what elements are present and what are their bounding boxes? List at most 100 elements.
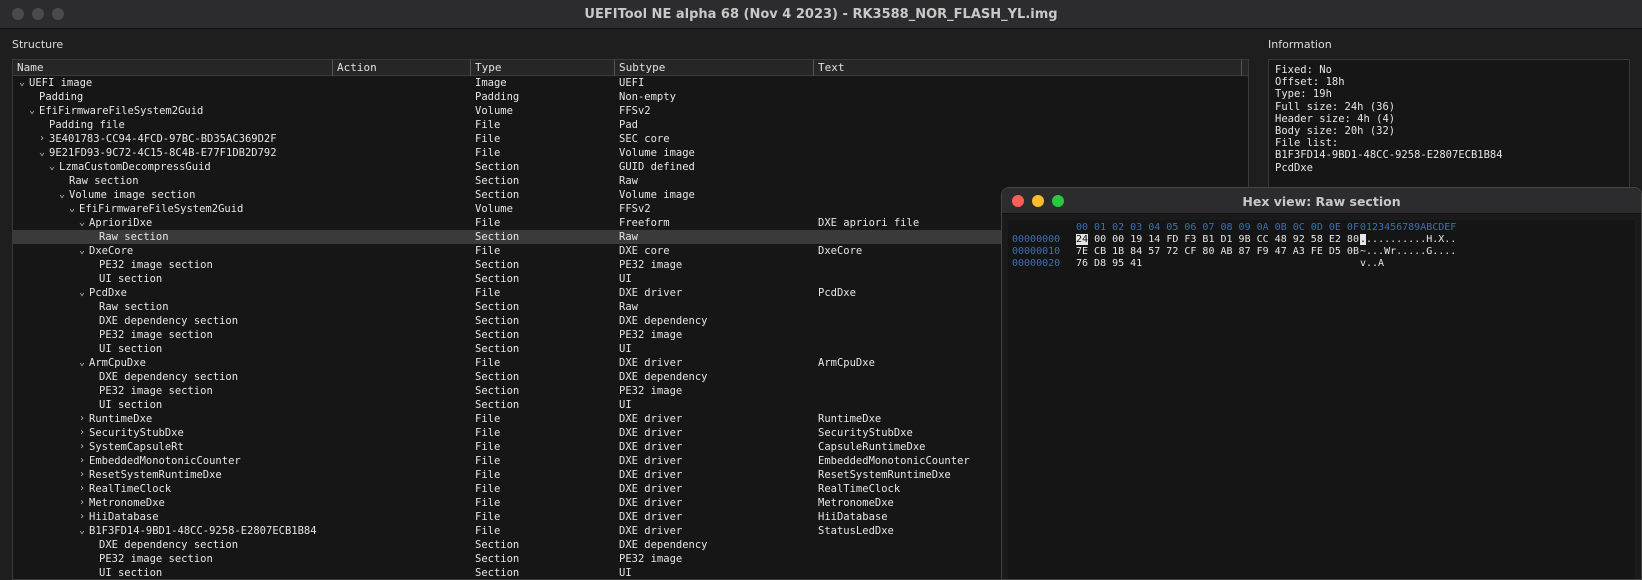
chevron-right-icon[interactable]: › <box>77 412 87 426</box>
row-name: HiiDatabase <box>89 511 159 523</box>
tree-header: Name Action Type Subtype Text <box>13 60 1248 76</box>
row-subtype: UI <box>619 273 632 285</box>
chevron-right-icon[interactable]: › <box>77 482 87 496</box>
row-text: MetronomeDxe <box>818 497 894 509</box>
chevron-right-icon[interactable]: › <box>77 496 87 510</box>
row-type: Padding <box>475 91 520 103</box>
chevron-down-icon[interactable]: ⌄ <box>57 188 67 202</box>
chevron-down-icon[interactable]: ⌄ <box>77 286 87 300</box>
row-type: File <box>475 245 501 257</box>
chevron-down-icon[interactable]: ⌄ <box>27 104 37 118</box>
info-line: Header size: 4h (4) <box>1275 112 1396 125</box>
tree-row[interactable]: ⌄ UEFI image Image UEFI <box>13 76 1248 90</box>
chevron-down-icon[interactable]: ⌄ <box>77 524 87 538</box>
tree-row[interactable]: ⌄ LzmaCustomDecompressGuid Section GUID def… <box>13 160 1248 174</box>
row-subtype: Volume image <box>619 189 695 201</box>
chevron-down-icon[interactable]: ⌄ <box>17 76 27 90</box>
tree-row[interactable]: ⌄ 9E21FD93-9C72-4C15-8C4B-E77F1DB2D792 Fil… <box>13 146 1248 160</box>
row-name: Raw section <box>99 301 169 313</box>
row-text: RealTimeClock <box>818 483 901 495</box>
chevron-right-icon[interactable]: › <box>37 132 47 146</box>
chevron-down-icon[interactable]: ⌄ <box>37 146 47 160</box>
row-subtype: Raw <box>619 175 638 187</box>
row-name: DXE dependency section <box>99 371 239 383</box>
row-subtype: DXE driver <box>619 469 683 481</box>
hex-ascii[interactable]: ...........H.X.. <box>1360 234 1456 246</box>
ascii-values: v..A <box>1360 258 1385 269</box>
information-label: Information <box>1268 38 1332 51</box>
row-name: PE32 image section <box>99 385 213 397</box>
tree-row[interactable]: › 3E401783-CC94-4FCD-97BC-BD35AC369D2F Fil… <box>13 132 1248 146</box>
row-name: DxeCore <box>89 245 134 257</box>
hex-ascii[interactable]: v..A <box>1360 258 1384 270</box>
row-name: UI section <box>99 343 163 355</box>
chevron-down-icon[interactable]: ⌄ <box>77 216 87 230</box>
row-type: File <box>475 483 501 495</box>
hex-cursor[interactable]: 24 <box>1076 234 1089 245</box>
row-text: DXE apriori file <box>818 217 920 229</box>
tree-row[interactable]: Padding Padding Non-empty <box>13 90 1248 104</box>
hex-bytes[interactable]: 76 D8 95 41 <box>1076 258 1142 270</box>
row-name: DXE dependency section <box>99 315 239 327</box>
column-header-text[interactable]: Text <box>814 60 1242 76</box>
ascii-values: ~...Wr.....G.... <box>1360 246 1457 257</box>
chevron-right-icon[interactable]: › <box>77 510 87 524</box>
row-type: Section <box>475 343 520 355</box>
row-type: Section <box>475 315 520 327</box>
info-line: Fixed: No <box>1275 64 1332 76</box>
row-name: 3E401783-CC94-4FCD-97BC-BD35AC369D2F <box>49 133 277 145</box>
row-name: LzmaCustomDecompressGuid <box>59 161 211 173</box>
row-subtype: DXE driver <box>619 427 683 439</box>
chevron-right-icon[interactable]: › <box>77 454 87 468</box>
column-header-action[interactable]: Action <box>333 60 471 76</box>
row-name: UI section <box>99 273 163 285</box>
row-name: UEFI image <box>29 77 93 89</box>
hex-bytes[interactable]: 7E CB 1B 84 57 72 CF 80 AB 87 F9 47 A3 F… <box>1076 246 1359 258</box>
row-type: File <box>475 413 501 425</box>
row-name: ResetSystemRuntimeDxe <box>89 469 222 481</box>
row-type: Section <box>475 273 520 285</box>
column-header-subtype[interactable]: Subtype <box>615 60 814 76</box>
hex-dump[interactable]: 00 01 02 03 04 05 06 07 08 09 0A 0B 0C 0… <box>1008 220 1635 579</box>
hex-ascii[interactable]: ~...Wr.....G.... <box>1360 246 1456 258</box>
chevron-down-icon[interactable]: ⌄ <box>67 202 77 216</box>
row-name: PE32 image section <box>99 329 213 341</box>
row-name: 9E21FD93-9C72-4C15-8C4B-E77F1DB2D792 <box>49 147 277 159</box>
chevron-right-icon[interactable]: › <box>77 426 87 440</box>
row-name: SecurityStubDxe <box>89 427 184 439</box>
chevron-down-icon[interactable]: ⌄ <box>77 244 87 258</box>
row-name: ArmCpuDxe <box>89 357 146 369</box>
row-type: Section <box>475 329 520 341</box>
row-name: EmbeddedMonotonicCounter <box>89 455 241 467</box>
row-type: File <box>475 525 501 537</box>
hex-view-title: Hex view: Raw section <box>1242 194 1401 209</box>
row-type: File <box>475 469 501 481</box>
row-type: Section <box>475 189 520 201</box>
row-name: RuntimeDxe <box>89 413 153 425</box>
column-header-type[interactable]: Type <box>471 60 615 76</box>
row-type: File <box>475 287 501 299</box>
row-name: MetronomeDxe <box>89 497 165 509</box>
chevron-right-icon[interactable]: › <box>77 468 87 482</box>
row-text: SecurityStubDxe <box>818 427 913 439</box>
row-type: File <box>475 497 501 509</box>
tree-row[interactable]: ⌄ EfiFirmwareFileSystem2Guid Volume FFSv2 <box>13 104 1248 118</box>
row-subtype: SEC core <box>619 133 670 145</box>
row-type: Section <box>475 259 520 271</box>
hex-byte-values: 76 D8 95 41 <box>1076 258 1143 269</box>
chevron-down-icon[interactable]: ⌄ <box>77 356 87 370</box>
row-subtype: DXE dependency <box>619 315 708 327</box>
column-header-name[interactable]: Name <box>13 60 333 76</box>
row-name: Volume image section <box>69 189 196 201</box>
hex-offset: 00000020 <box>1012 258 1061 269</box>
row-text: ResetSystemRuntimeDxe <box>818 469 951 481</box>
row-name: SystemCapsuleRt <box>89 441 184 453</box>
row-subtype: DXE driver <box>619 357 683 369</box>
chevron-right-icon[interactable]: › <box>77 440 87 454</box>
chevron-down-icon[interactable]: ⌄ <box>47 160 57 174</box>
tree-row[interactable]: Padding file File Pad <box>13 118 1248 132</box>
row-name: B1F3FD14-9BD1-48CC-9258-E2807ECB1B84 <box>89 525 317 537</box>
tree-row[interactable]: Raw section Section Raw <box>13 174 1248 188</box>
row-text: HiiDatabase <box>818 511 888 523</box>
hex-bytes[interactable]: 24 00 00 19 14 FD F3 B1 D1 9B CC 48 92 5… <box>1076 234 1359 246</box>
